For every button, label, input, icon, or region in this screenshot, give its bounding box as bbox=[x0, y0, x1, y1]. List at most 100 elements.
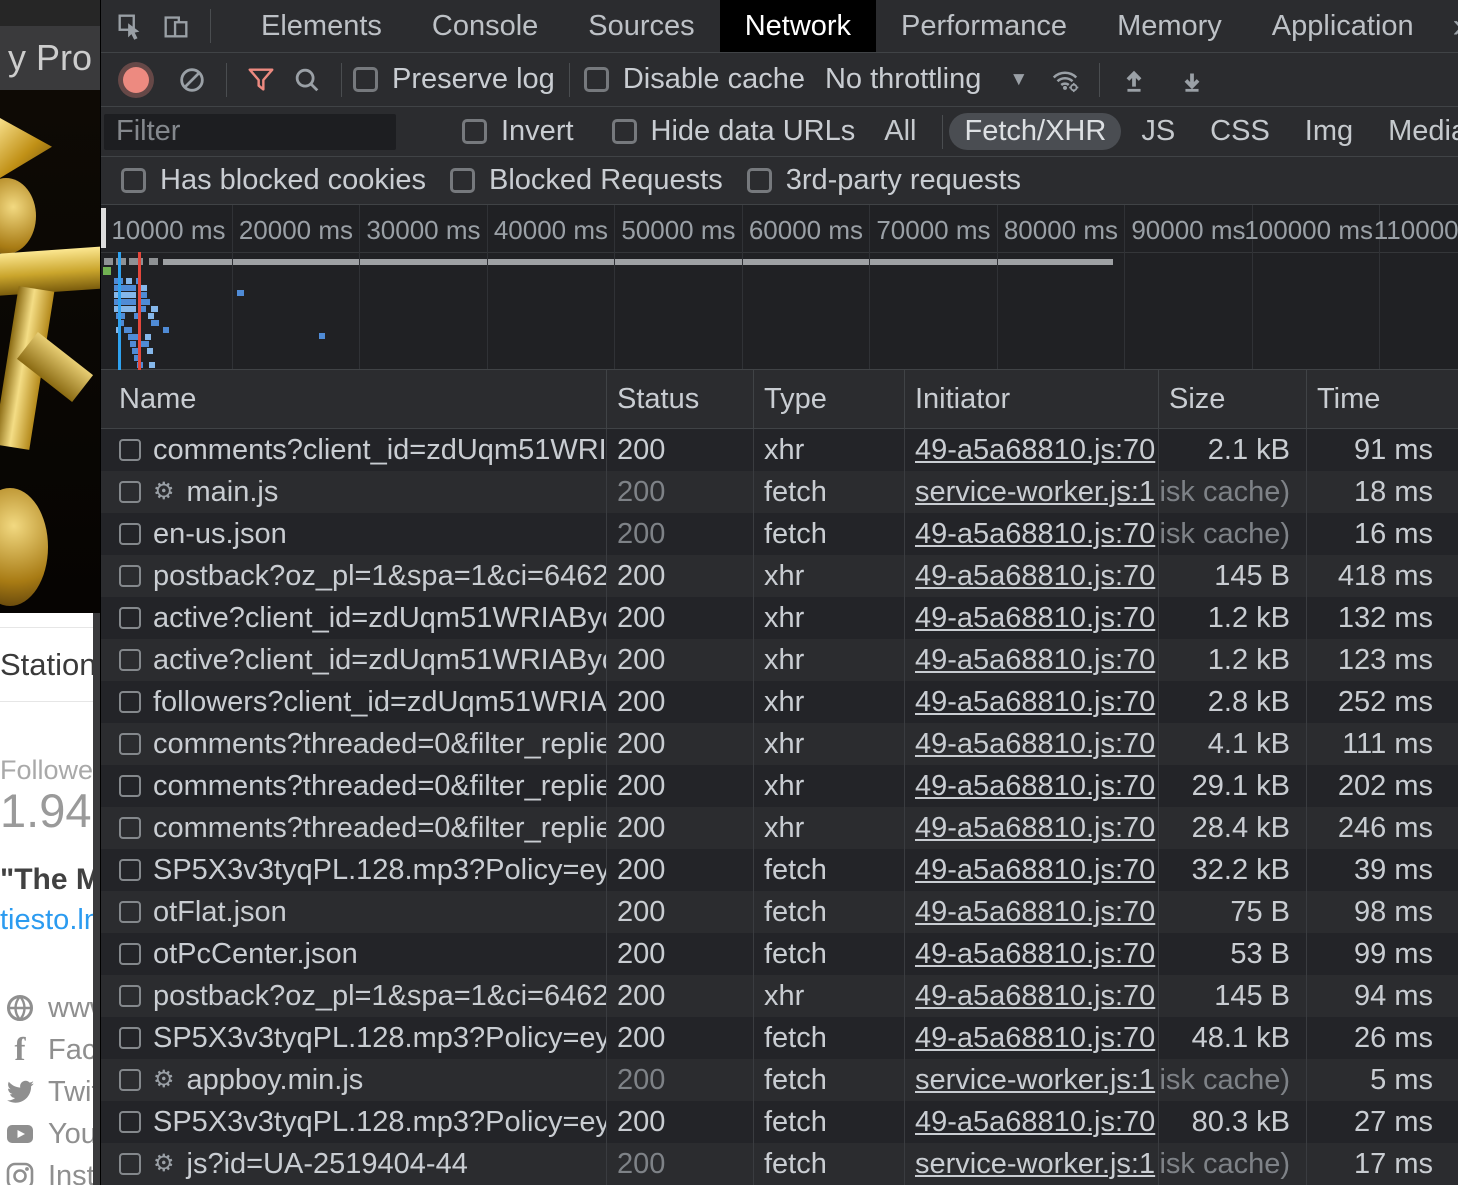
blocked-requests-option[interactable]: Blocked Requests bbox=[450, 164, 723, 197]
throttling-select[interactable]: No throttling ▼ bbox=[825, 63, 1028, 96]
request-row[interactable]: ⚙ comments?threaded=0&filter_replies=… 2… bbox=[101, 765, 1458, 807]
social-link-website[interactable]: www. bbox=[4, 987, 100, 1029]
device-toolbar-icon[interactable] bbox=[153, 5, 199, 47]
request-row[interactable]: ⚙ comments?threaded=0&filter_replies=… 2… bbox=[101, 807, 1458, 849]
initiator-link[interactable]: 49-a5a68810.js:70 bbox=[915, 980, 1155, 1013]
request-row[interactable]: ⚙ followers?client_id=zdUqm51WRIABy… 200… bbox=[101, 681, 1458, 723]
tab-elements[interactable]: Elements bbox=[236, 0, 407, 52]
initiator-link[interactable]: 49-a5a68810.js:70 bbox=[915, 518, 1155, 551]
initiator-link[interactable]: 49-a5a68810.js:70 bbox=[915, 602, 1155, 635]
filter-icon[interactable] bbox=[238, 59, 284, 101]
row-checkbox[interactable] bbox=[119, 817, 141, 839]
invert-checkbox[interactable] bbox=[462, 119, 487, 144]
initiator-link[interactable]: 49-a5a68810.js:70 bbox=[915, 938, 1155, 971]
filter-input[interactable] bbox=[104, 114, 396, 150]
initiator-link[interactable]: service-worker.js:1 bbox=[915, 1148, 1155, 1181]
tab-application[interactable]: Application bbox=[1247, 0, 1439, 52]
has-blocked-cookies-option[interactable]: Has blocked cookies bbox=[121, 164, 426, 197]
row-checkbox[interactable] bbox=[119, 1069, 141, 1091]
more-tabs-icon[interactable]: » bbox=[1453, 7, 1458, 46]
row-checkbox[interactable] bbox=[119, 901, 141, 923]
request-row[interactable]: ⚙ en-us.json 200 fetch 49-a5a68810.js:70… bbox=[101, 513, 1458, 555]
invert-option[interactable]: Invert bbox=[462, 115, 574, 148]
request-row[interactable]: ⚙ appboy.min.js 200 fetch service-worker… bbox=[101, 1059, 1458, 1101]
preserve-log-checkbox[interactable] bbox=[353, 67, 378, 92]
initiator-link[interactable]: 49-a5a68810.js:70 bbox=[915, 812, 1155, 845]
preserve-log-option[interactable]: Preserve log bbox=[353, 63, 555, 96]
request-row[interactable]: ⚙ SP5X3v3tyqPL.128.mp3?Policy=eyJT… 200 … bbox=[101, 1017, 1458, 1059]
row-checkbox[interactable] bbox=[119, 523, 141, 545]
row-checkbox[interactable] bbox=[119, 1111, 141, 1133]
network-conditions-icon[interactable] bbox=[1042, 59, 1088, 101]
request-row[interactable]: ⚙ main.js 200 fetch service-worker.js:1 … bbox=[101, 471, 1458, 513]
filter-type-fetch-xhr[interactable]: Fetch/XHR bbox=[949, 113, 1121, 150]
filter-type-all[interactable]: All bbox=[869, 113, 931, 150]
third-party-requests-option[interactable]: 3rd-party requests bbox=[747, 164, 1021, 197]
third-party-requests-checkbox[interactable] bbox=[747, 168, 772, 193]
request-row[interactable]: ⚙ postback?oz_pl=1&spa=1&ci=646297… 200 … bbox=[101, 555, 1458, 597]
row-checkbox[interactable] bbox=[119, 775, 141, 797]
filter-type-img[interactable]: Img bbox=[1290, 113, 1368, 150]
initiator-link[interactable]: 49-a5a68810.js:70 bbox=[915, 560, 1155, 593]
tab-memory[interactable]: Memory bbox=[1092, 0, 1247, 52]
request-row[interactable]: ⚙ postback?oz_pl=1&spa=1&ci=646297… 200 … bbox=[101, 975, 1458, 1017]
initiator-link[interactable]: 49-a5a68810.js:70 bbox=[915, 896, 1155, 929]
row-checkbox[interactable] bbox=[119, 859, 141, 881]
request-row[interactable]: ⚙ otFlat.json 200 fetch 49-a5a68810.js:7… bbox=[101, 891, 1458, 933]
row-checkbox[interactable] bbox=[119, 439, 141, 461]
request-row[interactable]: ⚙ SP5X3v3tyqPL.128.mp3?Policy=eyJT… 200 … bbox=[101, 849, 1458, 891]
initiator-link[interactable]: service-worker.js:1 bbox=[915, 476, 1155, 509]
initiator-link[interactable]: 49-a5a68810.js:70 bbox=[915, 644, 1155, 677]
row-checkbox[interactable] bbox=[119, 733, 141, 755]
request-row[interactable]: ⚙ active?client_id=zdUqm51WRIAByd0l… 200… bbox=[101, 597, 1458, 639]
column-header-size[interactable]: Size bbox=[1158, 370, 1306, 428]
tab-network[interactable]: Network bbox=[720, 0, 876, 52]
row-checkbox[interactable] bbox=[119, 691, 141, 713]
disable-cache-checkbox[interactable] bbox=[584, 67, 609, 92]
filter-type-css[interactable]: CSS bbox=[1195, 113, 1285, 150]
row-checkbox[interactable] bbox=[119, 985, 141, 1007]
export-har-icon[interactable] bbox=[1169, 59, 1215, 101]
initiator-link[interactable]: 49-a5a68810.js:70 bbox=[915, 728, 1155, 761]
blocked-requests-checkbox[interactable] bbox=[450, 168, 475, 193]
timeline-overview[interactable]: 10000 ms20000 ms30000 ms40000 ms50000 ms… bbox=[101, 205, 1458, 370]
column-header-type[interactable]: Type bbox=[753, 370, 904, 428]
record-button[interactable] bbox=[123, 67, 149, 93]
tab-sources[interactable]: Sources bbox=[563, 0, 719, 52]
initiator-link[interactable]: 49-a5a68810.js:70 bbox=[915, 686, 1155, 719]
row-checkbox[interactable] bbox=[119, 481, 141, 503]
request-row[interactable]: ⚙ active?client_id=zdUqm51WRIAByd0l… 200… bbox=[101, 639, 1458, 681]
tab-performance[interactable]: Performance bbox=[876, 0, 1092, 52]
initiator-link[interactable]: 49-a5a68810.js:70 bbox=[915, 434, 1155, 467]
row-checkbox[interactable] bbox=[119, 1027, 141, 1049]
social-link-instagram[interactable]: Instag bbox=[4, 1155, 100, 1185]
initiator-link[interactable]: 49-a5a68810.js:70 bbox=[915, 770, 1155, 803]
social-link-facebook[interactable]: f Faceb bbox=[4, 1029, 100, 1071]
column-header-status[interactable]: Status bbox=[606, 370, 753, 428]
initiator-link[interactable]: 49-a5a68810.js:70 bbox=[915, 854, 1155, 887]
import-har-icon[interactable] bbox=[1111, 59, 1157, 101]
clear-icon[interactable] bbox=[169, 59, 215, 101]
tab-console[interactable]: Console bbox=[407, 0, 563, 52]
social-link-youtube[interactable]: YouTu bbox=[4, 1113, 100, 1155]
request-row[interactable]: ⚙ comments?threaded=0&filter_replies=… 2… bbox=[101, 723, 1458, 765]
initiator-link[interactable]: service-worker.js:1 bbox=[915, 1064, 1155, 1097]
promo-link[interactable]: tiesto.lnk bbox=[0, 904, 100, 937]
hide-data-urls-option[interactable]: Hide data URLs bbox=[612, 115, 856, 148]
initiator-link[interactable]: 49-a5a68810.js:70 bbox=[915, 1022, 1155, 1055]
filter-type-media[interactable]: Media bbox=[1373, 113, 1458, 150]
request-row[interactable]: ⚙ otPcCenter.json 200 fetch 49-a5a68810.… bbox=[101, 933, 1458, 975]
column-header-time[interactable]: Time bbox=[1306, 370, 1458, 428]
page-scrollbar[interactable] bbox=[93, 613, 100, 1185]
filter-type-js[interactable]: JS bbox=[1126, 113, 1190, 150]
request-row[interactable]: ⚙ SP5X3v3tyqPL.128.mp3?Policy=eyJT… 200 … bbox=[101, 1101, 1458, 1143]
column-header-initiator[interactable]: Initiator bbox=[904, 370, 1158, 428]
row-checkbox[interactable] bbox=[119, 565, 141, 587]
request-row[interactable]: ⚙ comments?client_id=zdUqm51WRIAB… 200 x… bbox=[101, 429, 1458, 471]
initiator-link[interactable]: 49-a5a68810.js:70 bbox=[915, 1106, 1155, 1139]
row-checkbox[interactable] bbox=[119, 607, 141, 629]
row-checkbox[interactable] bbox=[119, 1153, 141, 1175]
row-checkbox[interactable] bbox=[119, 649, 141, 671]
waterfall-overview[interactable] bbox=[101, 252, 1458, 370]
row-checkbox[interactable] bbox=[119, 943, 141, 965]
